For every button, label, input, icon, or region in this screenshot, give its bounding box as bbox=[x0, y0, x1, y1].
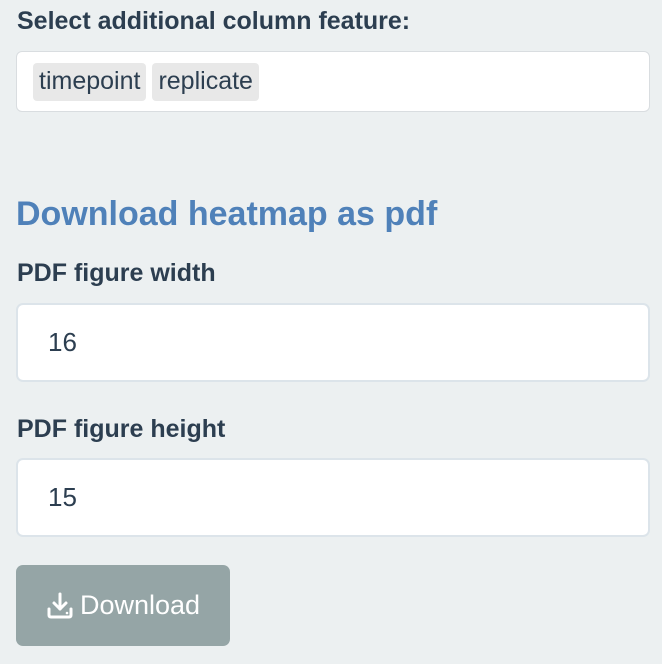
download-button[interactable]: Download bbox=[16, 565, 230, 646]
download-button-label: Download bbox=[79, 590, 201, 620]
pdf-width-label: PDF figure width bbox=[17, 259, 216, 287]
column-feature-select[interactable]: timepoint replicate bbox=[16, 51, 650, 112]
heatmap-options-panel: Select additional column feature: timepo… bbox=[0, 0, 662, 664]
pdf-height-input[interactable]: 15 bbox=[16, 458, 650, 537]
download-section-heading: Download heatmap as pdf bbox=[16, 195, 438, 233]
download-icon bbox=[46, 592, 74, 620]
selected-chip-replicate[interactable]: replicate bbox=[152, 62, 259, 101]
selected-chip-timepoint[interactable]: timepoint bbox=[33, 62, 147, 101]
pdf-height-label: PDF figure height bbox=[17, 415, 226, 443]
pdf-width-input[interactable]: 16 bbox=[16, 303, 650, 382]
column-feature-label: Select additional column feature: bbox=[17, 7, 411, 35]
